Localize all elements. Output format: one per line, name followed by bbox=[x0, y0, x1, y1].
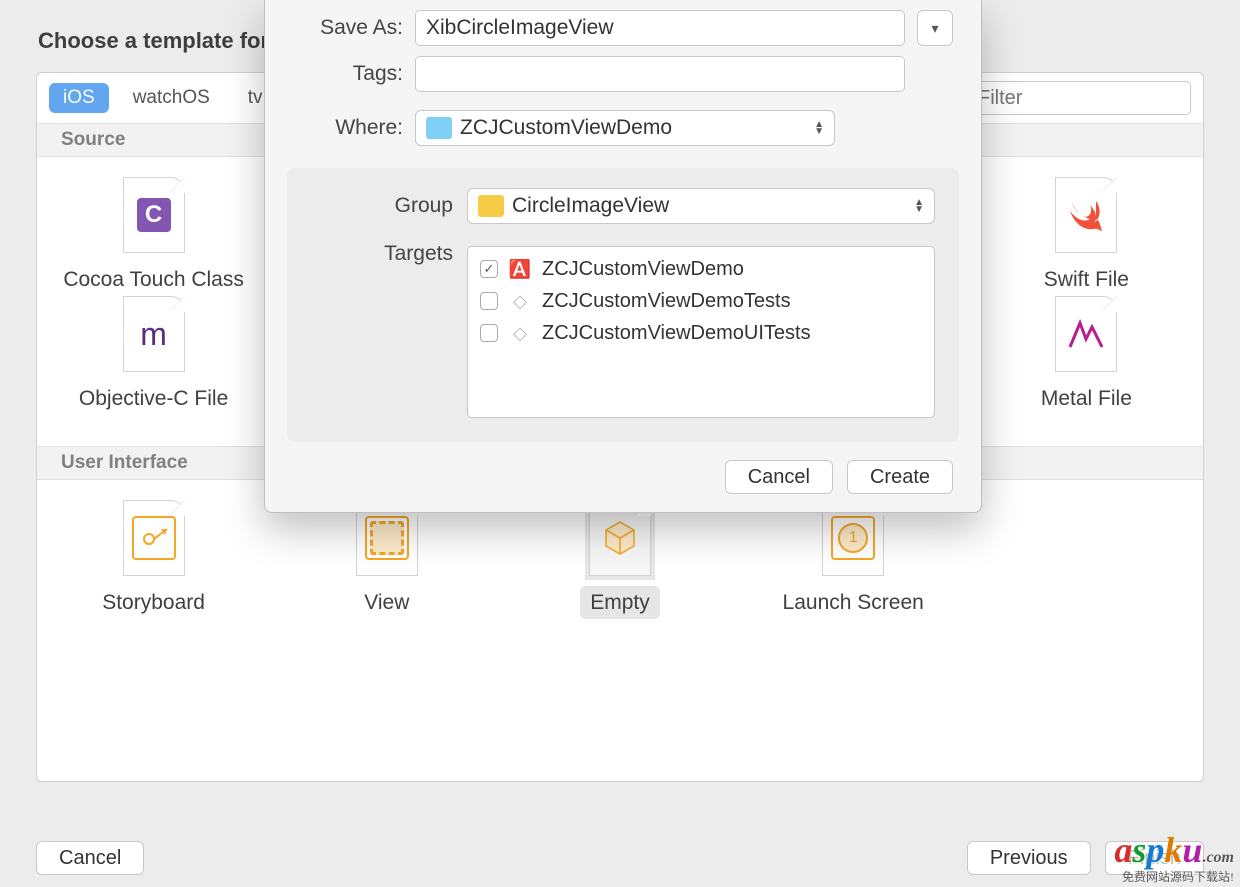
where-popup[interactable]: ZCJCustomViewDemo ▲▼ bbox=[415, 110, 835, 146]
chevron-down-icon: ▾ bbox=[931, 20, 938, 37]
targets-list: 🅰️ ZCJCustomViewDemo ◇ ZCJCustomViewDemo… bbox=[467, 246, 935, 418]
template-swift-file[interactable]: Swift File bbox=[970, 177, 1203, 296]
template-label: Storyboard bbox=[92, 586, 215, 619]
tab-ios[interactable]: iOS bbox=[49, 83, 109, 113]
watermark: aspku.com 免费网站源码下载站! bbox=[1114, 829, 1234, 883]
group-panel: Group CircleImageView ▲▼ Targets 🅰️ ZCJC… bbox=[287, 168, 959, 442]
tags-row: Tags: bbox=[265, 46, 981, 92]
template-label: Launch Screen bbox=[773, 586, 934, 619]
sheet-cancel-button[interactable]: Cancel bbox=[725, 460, 833, 494]
sheet-footer: Cancel Create bbox=[265, 442, 981, 494]
sheet-create-button[interactable]: Create bbox=[847, 460, 953, 494]
watermark-tagline: 免费网站源码下载站! bbox=[1114, 871, 1234, 883]
targets-row: Targets 🅰️ ZCJCustomViewDemo ◇ ZCJCustom… bbox=[311, 234, 935, 418]
template-launch-screen[interactable]: 1 Launch Screen bbox=[737, 500, 970, 619]
filter-wrap bbox=[967, 81, 1191, 115]
template-label: Cocoa Touch Class bbox=[53, 263, 254, 296]
targets-label: Targets bbox=[311, 234, 453, 266]
metal-file-icon bbox=[1055, 296, 1117, 372]
objc-file-icon: m bbox=[123, 296, 185, 372]
template-metal-file[interactable]: Metal File bbox=[970, 296, 1203, 415]
tags-label: Tags: bbox=[293, 62, 403, 86]
template-objc-file[interactable]: m Objective-C File bbox=[37, 296, 270, 415]
group-row: Group CircleImageView ▲▼ bbox=[311, 188, 935, 224]
target-row[interactable]: ◇ ZCJCustomViewDemoTests bbox=[468, 285, 934, 317]
filter-input[interactable] bbox=[967, 81, 1191, 115]
tab-watchos[interactable]: watchOS bbox=[119, 83, 224, 113]
where-label: Where: bbox=[293, 116, 403, 140]
test-target-icon: ◇ bbox=[508, 321, 532, 345]
cocoa-touch-file-icon: C bbox=[123, 177, 185, 253]
target-name: ZCJCustomViewDemo bbox=[542, 258, 744, 281]
stepper-icon: ▲▼ bbox=[814, 121, 824, 135]
target-name: ZCJCustomViewDemoUITests bbox=[542, 322, 811, 345]
template-label: Objective-C File bbox=[69, 382, 238, 415]
storyboard-file-icon bbox=[123, 500, 185, 576]
template-label: Empty bbox=[580, 586, 660, 619]
group-label: Group bbox=[311, 194, 453, 218]
where-row: Where: ZCJCustomViewDemo ▲▼ bbox=[265, 92, 981, 146]
save-as-row: Save As: ▾ bbox=[265, 0, 981, 46]
save-as-label: Save As: bbox=[293, 16, 403, 40]
template-label: View bbox=[354, 586, 419, 619]
watermark-domain: .com bbox=[1202, 849, 1234, 866]
template-storyboard[interactable]: Storyboard bbox=[37, 500, 270, 619]
footer-spacer bbox=[158, 841, 953, 875]
save-as-input[interactable] bbox=[415, 10, 905, 46]
group-value: CircleImageView bbox=[512, 194, 669, 218]
target-checkbox[interactable] bbox=[480, 260, 498, 278]
group-popup[interactable]: CircleImageView ▲▼ bbox=[467, 188, 935, 224]
previous-button[interactable]: Previous bbox=[967, 841, 1091, 875]
swift-file-icon bbox=[1055, 177, 1117, 253]
stepper-icon: ▲▼ bbox=[914, 199, 924, 213]
folder-icon bbox=[478, 195, 504, 217]
tags-input[interactable] bbox=[415, 56, 905, 92]
target-row[interactable]: 🅰️ ZCJCustomViewDemo bbox=[468, 253, 934, 285]
template-empty[interactable]: Empty bbox=[503, 500, 736, 619]
cancel-button[interactable]: Cancel bbox=[36, 841, 144, 875]
save-sheet: Save As: ▾ Tags: Where: ZCJCustomViewDem… bbox=[264, 0, 982, 513]
target-name: ZCJCustomViewDemoTests bbox=[542, 290, 791, 313]
target-checkbox[interactable] bbox=[480, 324, 498, 342]
template-label: Swift File bbox=[1034, 263, 1139, 296]
folder-icon bbox=[426, 117, 452, 139]
test-target-icon: ◇ bbox=[508, 289, 532, 313]
wizard-footer: Cancel Previous Finish bbox=[36, 841, 1204, 875]
target-checkbox[interactable] bbox=[480, 292, 498, 310]
template-label: Metal File bbox=[1031, 382, 1142, 415]
target-row[interactable]: ◇ ZCJCustomViewDemoUITests bbox=[468, 317, 934, 349]
where-value: ZCJCustomViewDemo bbox=[460, 116, 672, 140]
expand-sheet-button[interactable]: ▾ bbox=[917, 10, 953, 46]
app-target-icon: 🅰️ bbox=[508, 257, 532, 281]
template-cocoa-touch-class[interactable]: C Cocoa Touch Class bbox=[37, 177, 270, 296]
template-view[interactable]: View bbox=[270, 500, 503, 619]
